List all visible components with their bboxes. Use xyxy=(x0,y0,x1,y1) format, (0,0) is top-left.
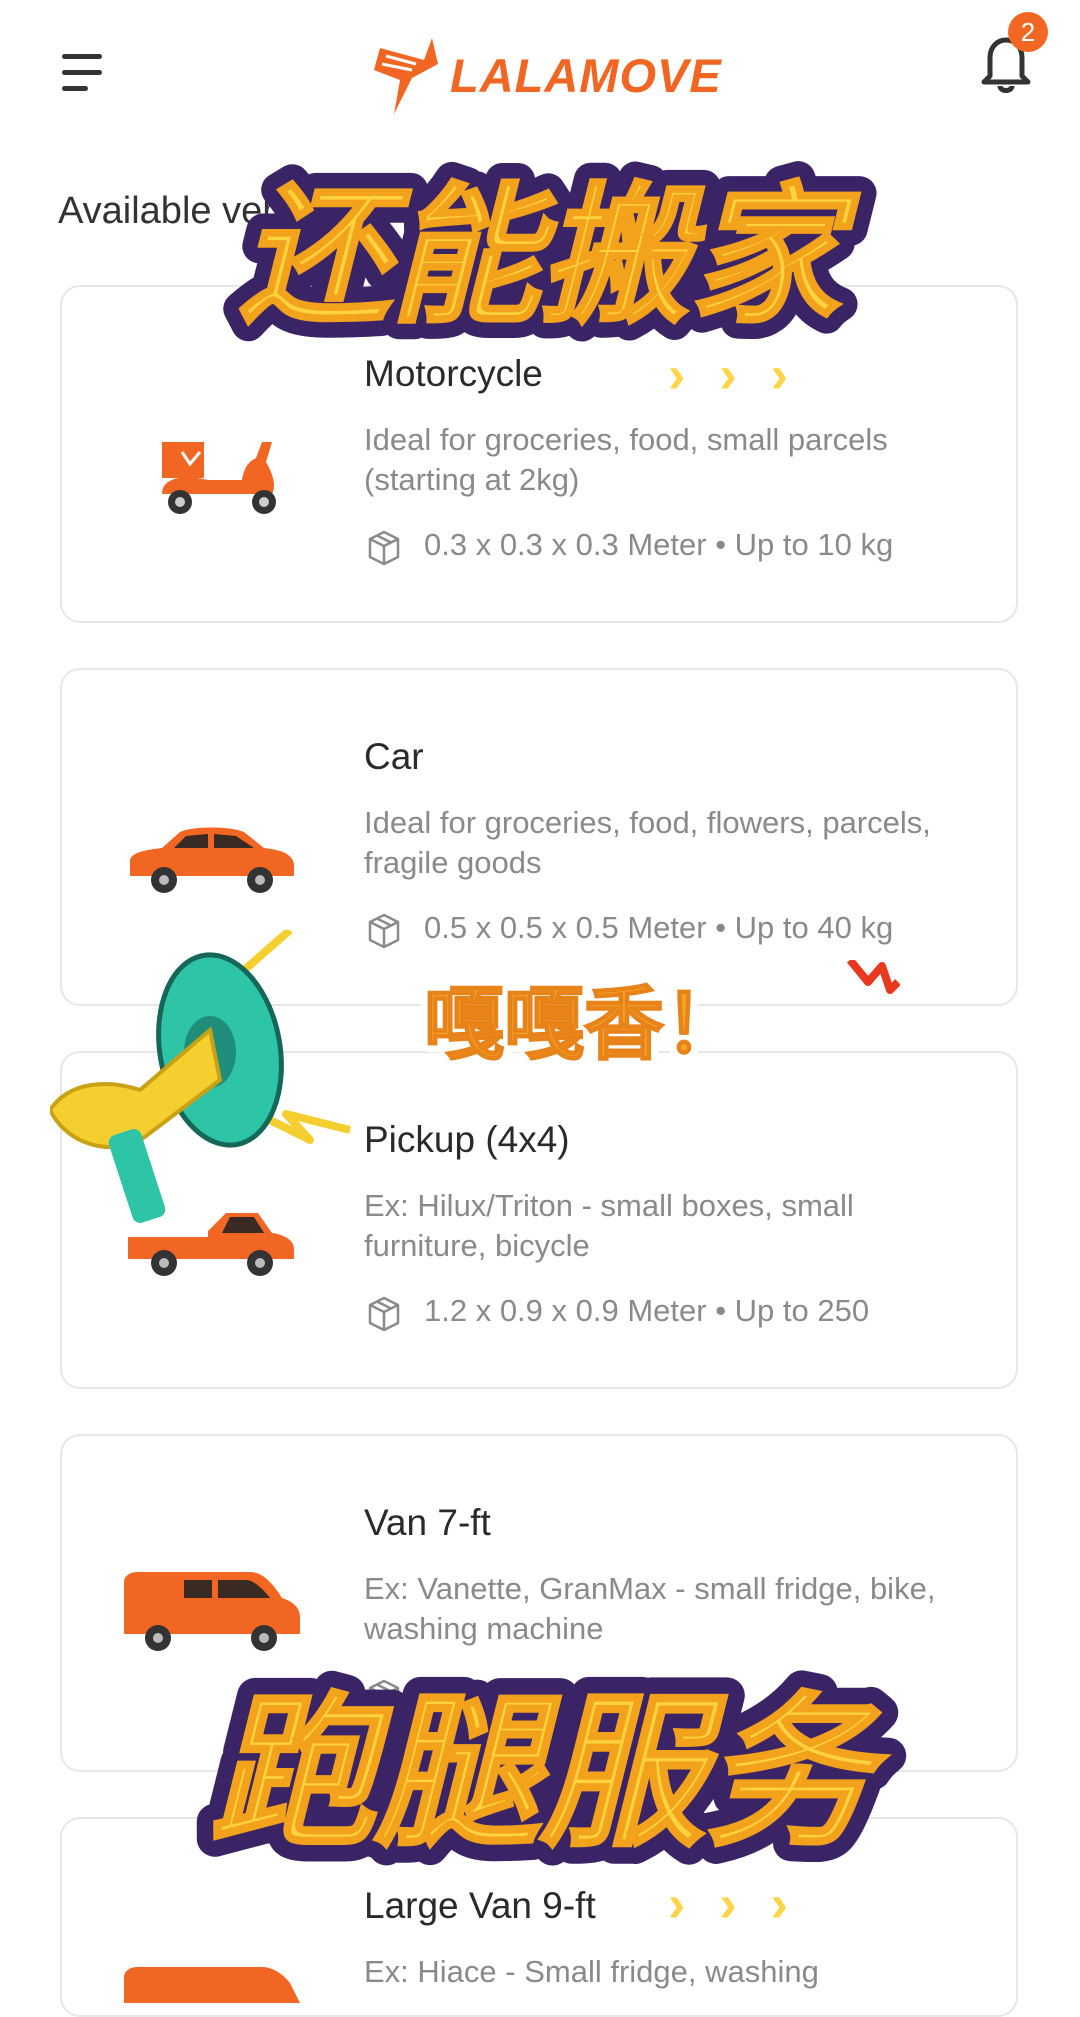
logo-wordmark: LALAMOVE xyxy=(450,49,722,102)
lalamove-bird-icon xyxy=(374,38,438,114)
caption-banner-top: 还能搬家 还能搬家 xyxy=(223,153,877,350)
vehicle-description: Ex: Vanette, GranMax - small fridge, bik… xyxy=(364,1571,936,1646)
vehicle-description: Ideal for groceries, food, flowers, parc… xyxy=(364,805,931,880)
vehicle-spec: 0.3 x 0.3 x 0.3 Meter • Up to 10 kg xyxy=(424,527,894,562)
vehicle-spec: 1.2 x 0.9 x 0.9 Meter • Up to 250 xyxy=(424,1293,870,1328)
sticker-text: 嘎嘎香！ 嘎嘎香！ xyxy=(420,960,900,1079)
vehicle-name: Large Van 9-ft xyxy=(364,1885,596,1926)
vehicle-description: Ex: Hilux/Triton - small boxes, small fu… xyxy=(364,1188,854,1263)
hamburger-menu-icon[interactable] xyxy=(62,50,106,94)
large-van-icon xyxy=(124,1967,300,2003)
lalamove-logo: LALAMOVE xyxy=(372,30,721,120)
box-icon xyxy=(368,530,400,566)
caption-bottom: 跑腿服务 xyxy=(210,1677,889,1869)
vehicle-name: Pickup (4x4) xyxy=(364,1119,570,1160)
vehicle-description: Ex: Hiace - Small fridge, washing xyxy=(364,1954,819,1989)
vehicle-spec: 0.5 x 0.5 x 0.5 Meter • Up to 40 kg xyxy=(424,910,894,945)
caption-banner-bottom: 跑腿服务 跑腿服务 xyxy=(192,1659,907,1880)
arrows-decoration-bottom: ››› xyxy=(668,1875,822,1933)
van-icon xyxy=(124,1572,300,1651)
box-icon xyxy=(368,1296,400,1332)
vehicle-description: Ideal for groceries, food, small parcels… xyxy=(364,422,888,497)
vehicle-name: Van 7-ft xyxy=(364,1502,491,1543)
notification-badge: 2 xyxy=(1008,12,1048,52)
sticker-label: 嘎嘎香！ xyxy=(424,978,744,1071)
arrows-decoration-top: ››› xyxy=(668,346,822,404)
caption-top: 还能搬家 xyxy=(240,170,860,344)
car-icon xyxy=(130,827,294,893)
vehicle-name: Car xyxy=(364,736,424,777)
megaphone-icon xyxy=(50,930,351,1223)
motorcycle-icon xyxy=(162,442,276,514)
vehicle-name: Motorcycle xyxy=(364,353,543,394)
